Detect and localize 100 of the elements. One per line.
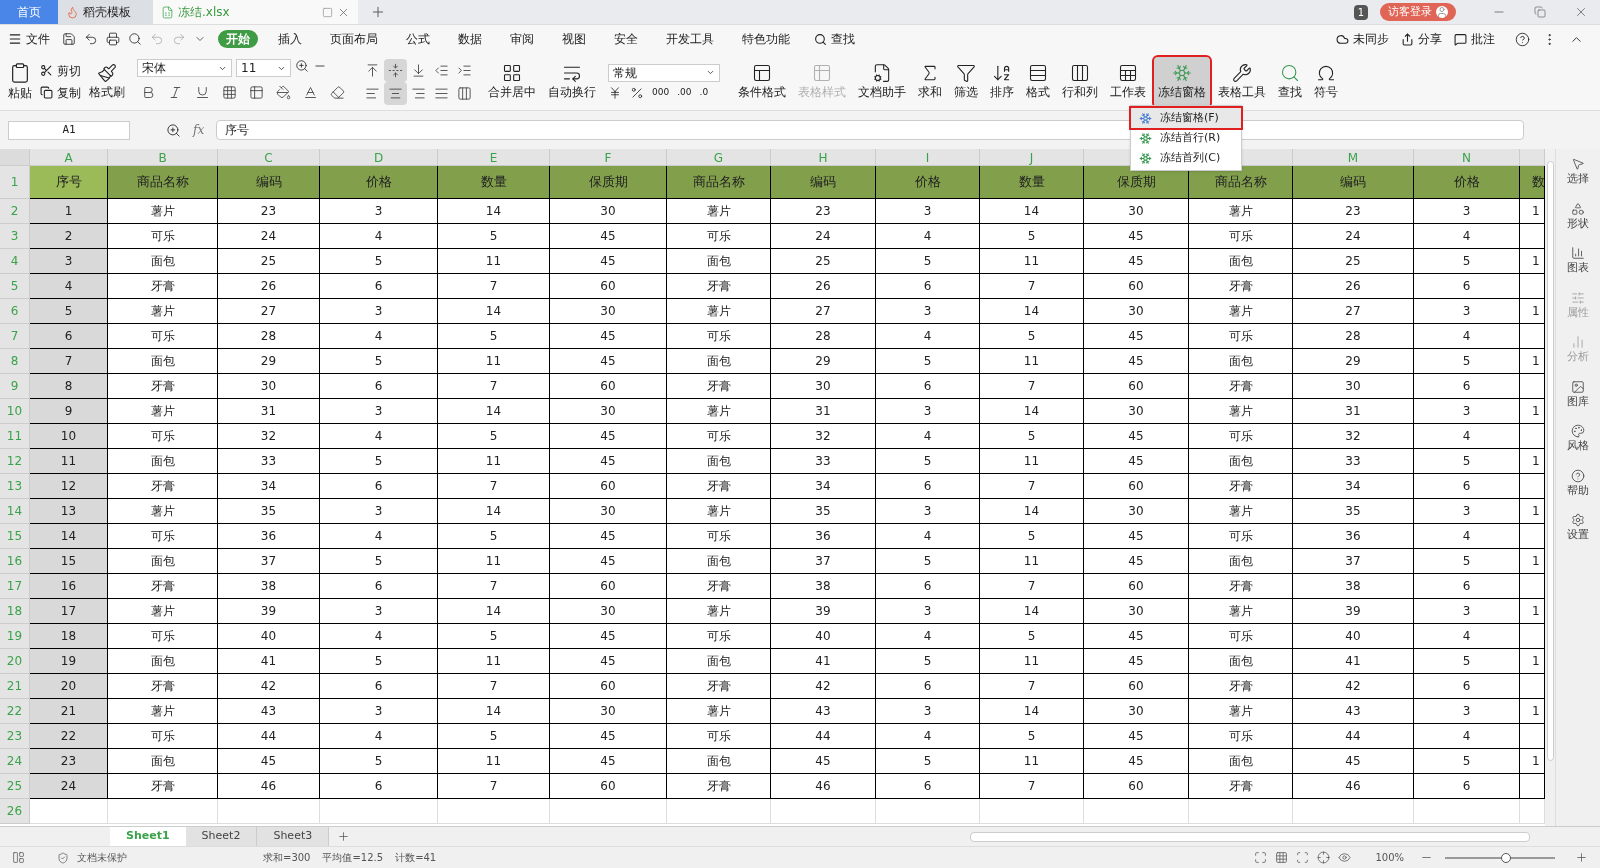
menu-item[interactable]: 冻结首列(C) <box>1131 148 1241 168</box>
table-cell: 11 <box>438 549 550 574</box>
ribbon-button[interactable]: 筛选 <box>950 56 982 107</box>
currency-icon[interactable] <box>608 85 622 100</box>
menu-tab[interactable]: 插入 <box>270 30 310 48</box>
sheet-tab[interactable]: Sheet2 <box>185 827 258 846</box>
merge-center-button[interactable]: 合并居中 <box>488 62 536 101</box>
table-cell: 7 <box>438 774 550 799</box>
protection-status[interactable]: 文档未保护 <box>77 850 127 865</box>
table-cell: 面包 <box>1189 749 1293 774</box>
page-view-icon[interactable] <box>1296 851 1310 864</box>
eye-icon[interactable] <box>1338 851 1352 864</box>
document-tab[interactable]: 稻壳模板 <box>58 0 153 24</box>
toolbar-button[interactable]: 批注 <box>1454 30 1495 48</box>
paste-button[interactable]: 粘贴 <box>8 61 32 102</box>
table-cell: 保质期 <box>550 166 667 199</box>
decimal-button[interactable]: .00 <box>677 85 692 100</box>
normal-view-icon[interactable] <box>1275 851 1289 864</box>
ribbon-button[interactable]: 文档助手 <box>854 56 910 107</box>
save-icon[interactable] <box>62 32 76 46</box>
print-icon[interactable] <box>106 32 120 46</box>
menu-tab[interactable]: 页面布局 <box>322 30 386 48</box>
wrap-text-button[interactable]: 自动换行 <box>548 62 596 101</box>
zoom-thumb[interactable] <box>1500 852 1511 863</box>
number-format-select[interactable]: 常规 <box>608 63 720 82</box>
menu-item[interactable]: 冻结窗格(F) <box>1131 108 1241 128</box>
ribbon-button[interactable]: 求和 <box>914 56 946 107</box>
shield-icon[interactable] <box>57 851 69 864</box>
ribbon-button[interactable]: 符号 <box>1310 56 1342 107</box>
font-size-select[interactable]: 11 <box>236 59 291 77</box>
add-sheet-icon[interactable] <box>337 830 351 843</box>
ribbon-button[interactable]: 冻结窗格 <box>1154 56 1210 107</box>
toolbar-button[interactable]: 未同步 <box>1336 30 1389 48</box>
sidebar-button[interactable]: 设置 <box>1567 513 1589 544</box>
sidebar-button[interactable]: 形状 <box>1567 201 1589 232</box>
ribbon-button[interactable]: 格式 <box>1022 56 1054 107</box>
document-tab[interactable]: 首页 <box>0 0 58 24</box>
table-cell: 60 <box>1084 574 1189 599</box>
menu-tab[interactable]: 视图 <box>554 30 594 48</box>
scrollbar-thumb[interactable] <box>1546 161 1554 761</box>
zoom-level[interactable]: 100% <box>1375 850 1404 865</box>
ribbon-button[interactable]: 表格工具 <box>1214 56 1270 107</box>
table-cell: 可乐 <box>667 324 771 349</box>
table-cell: 32 <box>218 424 320 449</box>
restore-icon[interactable] <box>1534 6 1546 18</box>
sheet-tab[interactable]: Sheet3 <box>257 827 330 846</box>
ribbon-button[interactable]: 查找 <box>1274 56 1306 107</box>
thousands-button[interactable]: 000 <box>652 85 670 100</box>
align-center-icon[interactable] <box>384 81 407 105</box>
zoom-in-icon[interactable] <box>1575 851 1588 864</box>
table-cell: 薯片 <box>667 299 771 324</box>
preview-icon[interactable] <box>128 32 142 46</box>
cut-button[interactable]: 剪切 <box>40 61 81 80</box>
menu-tab[interactable]: 特色功能 <box>734 30 798 48</box>
format-painter-button[interactable]: 格式刷 <box>89 62 125 101</box>
notification-badge[interactable]: 1 <box>1353 4 1368 20</box>
sidebar-button[interactable]: 图表 <box>1567 246 1589 277</box>
search-button[interactable]: 查找 <box>814 30 855 48</box>
align-middle-icon[interactable] <box>384 58 407 82</box>
wrench-icon <box>1232 62 1252 83</box>
menu-tab[interactable]: 审阅 <box>502 30 542 48</box>
menu-tab[interactable]: 开发工具 <box>658 30 722 48</box>
sidebar-button[interactable]: 风格 <box>1567 424 1589 455</box>
help-icon[interactable] <box>1515 31 1530 47</box>
menu-tab[interactable]: 数据 <box>450 30 490 48</box>
decimal-button[interactable]: .0 <box>699 85 709 100</box>
zoom-icon[interactable] <box>166 122 181 138</box>
table-cell: 数 <box>1520 166 1545 199</box>
table-cell: 9 <box>30 399 108 424</box>
table-cell: 32 <box>1293 424 1414 449</box>
ribbon-button[interactable]: 工作表 <box>1106 56 1150 107</box>
table-cell: 5 <box>876 649 980 674</box>
table-cell: 6 <box>1414 374 1520 399</box>
copy-button[interactable]: 复制 <box>40 83 81 102</box>
toolbar-button[interactable]: 分享 <box>1401 30 1442 48</box>
table-cell: 1 <box>1520 649 1545 674</box>
sidebar-button[interactable]: 选择 <box>1567 157 1589 188</box>
fullscreen-icon[interactable] <box>1254 851 1268 864</box>
document-tab[interactable]: 冻结.xlsx <box>153 0 358 24</box>
name-box[interactable]: A1 <box>8 120 130 140</box>
table-cell: 30 <box>1084 399 1189 424</box>
layout-icon[interactable] <box>12 851 25 864</box>
percent-icon[interactable] <box>630 85 644 100</box>
new-tab-icon[interactable] <box>370 4 386 20</box>
menu-tab[interactable]: 公式 <box>398 30 438 48</box>
ribbon-button[interactable]: 行和列 <box>1058 56 1102 107</box>
horizontal-scrollbar[interactable] <box>970 831 1530 842</box>
font-select[interactable]: 宋体 <box>137 59 232 77</box>
grow-font-icon[interactable] <box>295 59 309 73</box>
sidebar-button[interactable]: 帮助 <box>1567 468 1589 499</box>
undo-history-icon[interactable] <box>84 32 98 46</box>
menu-tab[interactable]: 安全 <box>606 30 646 48</box>
close-icon[interactable] <box>1574 5 1588 19</box>
function-label[interactable]: fx <box>193 121 205 139</box>
ribbon-button[interactable]: 排序 <box>986 56 1018 107</box>
table-cell: 牙膏 <box>667 774 771 799</box>
read-mode-icon[interactable] <box>1317 851 1331 864</box>
ribbon-button[interactable]: 条件格式 <box>734 56 790 107</box>
file-menu[interactable]: 文件 <box>8 30 50 48</box>
sidebar-button[interactable]: 图库 <box>1567 379 1589 410</box>
